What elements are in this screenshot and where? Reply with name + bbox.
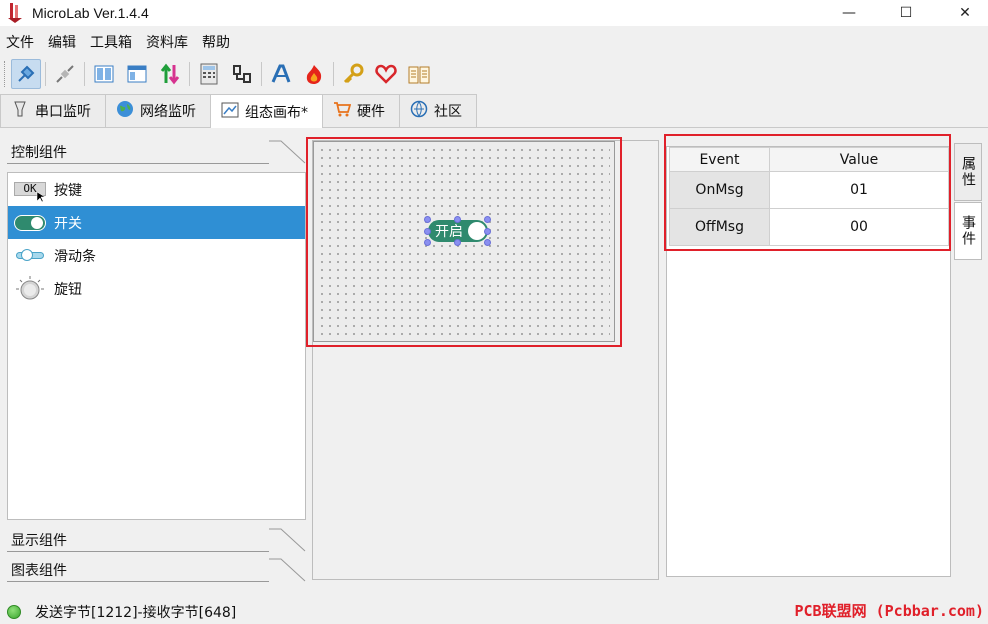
section-title: 控制组件 xyxy=(11,145,67,161)
serial-icon xyxy=(11,100,29,122)
component-label: 旋钮 xyxy=(54,281,82,298)
tab-serial-monitor[interactable]: 串口监听 xyxy=(0,94,106,127)
tab-properties[interactable]: 属性 xyxy=(954,143,982,201)
minimize-button[interactable]: — xyxy=(826,0,872,26)
section-title: 显示组件 xyxy=(11,533,67,549)
toolbar-separator xyxy=(189,62,190,86)
tab-label: 网络监听 xyxy=(140,104,196,120)
tab-label: 硬件 xyxy=(357,104,385,120)
tab-hardware[interactable]: 硬件 xyxy=(322,94,400,127)
menu-bar: 文件 编辑 工具箱 资料库 帮助 xyxy=(0,30,988,54)
component-label: 滑动条 xyxy=(54,248,96,265)
app-logo-icon xyxy=(8,3,22,23)
side-tabs: 属性 事件 xyxy=(954,143,982,260)
tab-community[interactable]: 社区 xyxy=(399,94,477,127)
component-slider[interactable]: 滑动条 xyxy=(8,239,305,272)
component-panel: 控制组件 OK 按键 开关 滑动条 旋钮 显示组件 图表组件 xyxy=(7,140,307,582)
transfer-icon[interactable] xyxy=(155,59,185,89)
font-icon[interactable] xyxy=(266,59,296,89)
knob-icon xyxy=(14,275,48,300)
menu-library[interactable]: 资料库 xyxy=(140,32,194,52)
canvas-icon xyxy=(221,102,239,122)
toolbar-separator xyxy=(261,62,262,86)
menu-help[interactable]: 帮助 xyxy=(196,32,236,52)
chart-components-header[interactable]: 图表组件 xyxy=(7,558,307,582)
toolbar-grip[interactable] xyxy=(4,61,7,87)
display-components-header[interactable]: 显示组件 xyxy=(7,528,307,552)
component-switch[interactable]: 开关 xyxy=(8,206,305,239)
toolbar-separator xyxy=(333,62,334,86)
flame-icon[interactable] xyxy=(299,59,329,89)
status-bar: 发送字节[1212]-接收字节[648] PCB联盟网 (Pcbbar.com) xyxy=(0,600,988,624)
toggle-switch-icon xyxy=(14,212,48,234)
ok-button-icon: OK xyxy=(14,179,48,202)
heart-icon[interactable] xyxy=(371,59,401,89)
component-button[interactable]: OK 按键 xyxy=(8,173,305,206)
close-button[interactable]: ✕ xyxy=(942,0,988,26)
connection-status-icon xyxy=(7,605,21,619)
toolbar xyxy=(0,56,988,92)
maximize-button[interactable]: ☐ xyxy=(883,0,929,26)
tab-network-monitor[interactable]: 网络监听 xyxy=(105,94,211,127)
globe-icon xyxy=(116,100,134,122)
component-label: 开关 xyxy=(54,215,82,232)
byte-counter: 发送字节[1212]-接收字节[648] xyxy=(35,605,237,621)
menu-toolbox[interactable]: 工具箱 xyxy=(84,32,138,52)
disconnect-icon[interactable] xyxy=(50,59,80,89)
toolbar-separator xyxy=(84,62,85,86)
plug-icon[interactable] xyxy=(11,59,41,89)
community-icon xyxy=(410,100,428,122)
canvas-highlight-box xyxy=(306,137,622,347)
section-title: 图表组件 xyxy=(11,563,67,579)
watermark: PCB联盟网 (Pcbbar.com) xyxy=(794,602,985,620)
tab-canvas[interactable]: 组态画布* xyxy=(210,94,323,128)
columns-icon[interactable] xyxy=(89,59,119,89)
toolbar-separator xyxy=(45,62,46,86)
slider-icon xyxy=(14,245,48,267)
menu-edit[interactable]: 编辑 xyxy=(42,32,82,52)
window-title: MicroLab Ver.1.4.4 xyxy=(32,5,149,21)
tab-label: 组态画布* xyxy=(245,104,308,121)
control-components-header[interactable]: 控制组件 xyxy=(7,140,307,164)
component-label: 按键 xyxy=(54,182,82,199)
tab-label: 串口监听 xyxy=(35,104,91,120)
menu-file[interactable]: 文件 xyxy=(0,32,40,52)
event-highlight-box xyxy=(664,134,951,251)
layout-icon[interactable] xyxy=(122,59,152,89)
key-icon[interactable] xyxy=(338,59,368,89)
component-list: OK 按键 开关 滑动条 旋钮 xyxy=(7,172,306,520)
calculator-icon[interactable] xyxy=(194,59,224,89)
component-knob[interactable]: 旋钮 xyxy=(8,272,305,305)
cart-icon xyxy=(333,101,352,121)
tab-events[interactable]: 事件 xyxy=(954,202,982,260)
tab-label: 社区 xyxy=(434,104,462,120)
book-icon[interactable] xyxy=(404,59,434,89)
title-bar: MicroLab Ver.1.4.4 — ☐ ✕ xyxy=(0,0,988,26)
main-tabs: 串口监听 网络监听 组态画布* 硬件 社区 xyxy=(0,94,988,128)
connector-icon[interactable] xyxy=(227,59,257,89)
